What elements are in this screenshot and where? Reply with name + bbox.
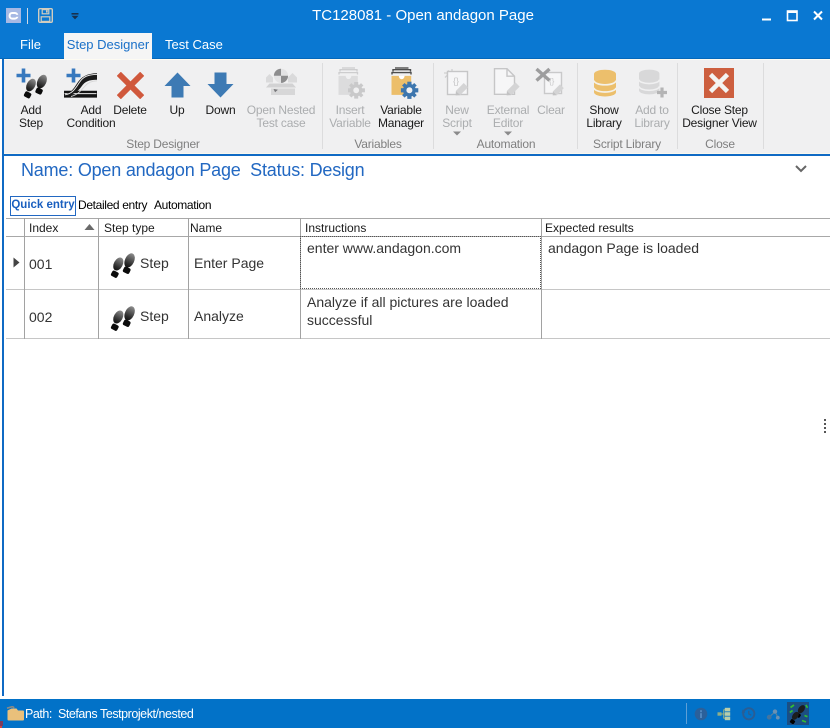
svg-text:{}: {}: [549, 77, 555, 86]
svg-text:{}: {}: [453, 76, 459, 86]
